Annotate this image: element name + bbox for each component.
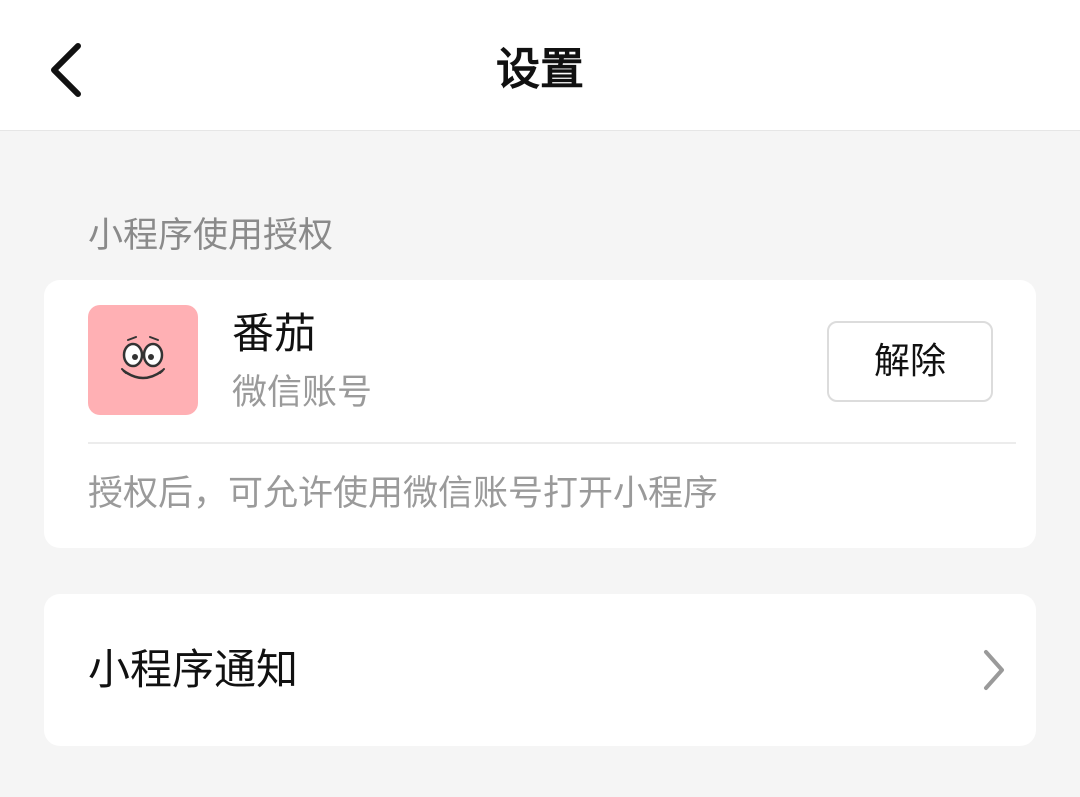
app-avatar bbox=[88, 305, 198, 415]
divider bbox=[88, 442, 1016, 444]
chevron-right-icon bbox=[984, 650, 1004, 690]
nav-bar: 设置 bbox=[0, 0, 1080, 131]
notifications-row[interactable]: 小程序通知 bbox=[44, 594, 1036, 746]
app-name: 番茄 bbox=[232, 309, 317, 358]
section-label-authorization: 小程序使用授权 bbox=[88, 216, 334, 256]
revoke-button[interactable]: 解除 bbox=[827, 321, 993, 402]
authorization-hint: 授权后，可允许使用微信账号打开小程序 bbox=[88, 474, 719, 514]
app-account-type: 微信账号 bbox=[232, 373, 373, 413]
page-title: 设置 bbox=[496, 44, 584, 95]
notifications-label: 小程序通知 bbox=[88, 645, 299, 694]
starfish-face-icon bbox=[121, 336, 165, 380]
authorization-card: 番茄 微信账号 解除 授权后，可允许使用微信账号打开小程序 bbox=[44, 280, 1036, 548]
